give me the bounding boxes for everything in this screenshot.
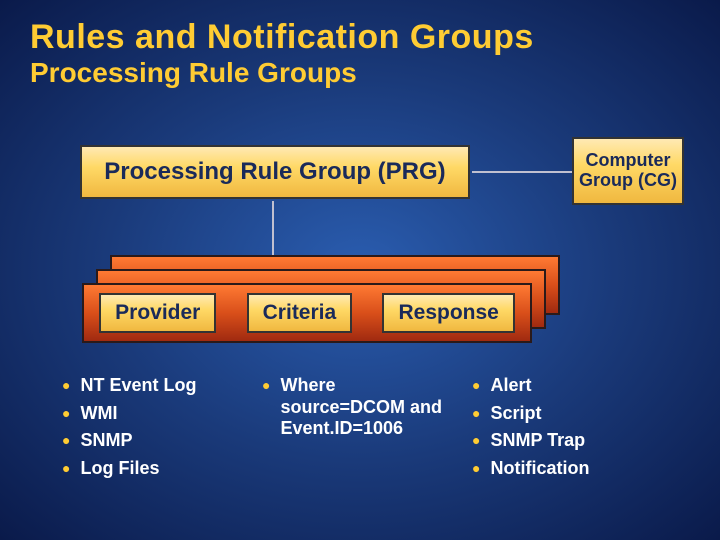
rule-stack: Provider Criteria Response	[82, 255, 562, 345]
list-item: Log Files	[62, 458, 242, 480]
bullet-columns: NT Event Log WMI SNMP Log Files Where sourc…	[62, 375, 702, 485]
slide-subtitle: Processing Rule Groups	[0, 57, 720, 89]
responses-column: Alert Script SNMP Trap Notification	[472, 375, 652, 485]
list-item: Notification	[472, 458, 652, 480]
criteria-column: Where source=DCOM and Event.ID=1006	[262, 375, 452, 485]
connector-vertical	[272, 201, 274, 259]
stack-card-front: Provider Criteria Response	[82, 283, 532, 343]
providers-column: NT Event Log WMI SNMP Log Files	[62, 375, 242, 485]
list-item: Where source=DCOM and Event.ID=1006	[262, 375, 452, 440]
cg-box: Computer Group (CG)	[572, 137, 684, 205]
list-item: Alert	[472, 375, 652, 397]
prg-box: Processing Rule Group (PRG)	[80, 145, 470, 199]
connector-horizontal	[472, 171, 572, 173]
list-item: SNMP	[62, 430, 242, 452]
list-item: SNMP Trap	[472, 430, 652, 452]
list-item: Script	[472, 403, 652, 425]
slide-title: Rules and Notification Groups	[0, 0, 720, 57]
chip-response: Response	[382, 293, 514, 333]
list-item: NT Event Log	[62, 375, 242, 397]
chip-criteria: Criteria	[247, 293, 353, 333]
chip-provider: Provider	[99, 293, 216, 333]
list-item: WMI	[62, 403, 242, 425]
